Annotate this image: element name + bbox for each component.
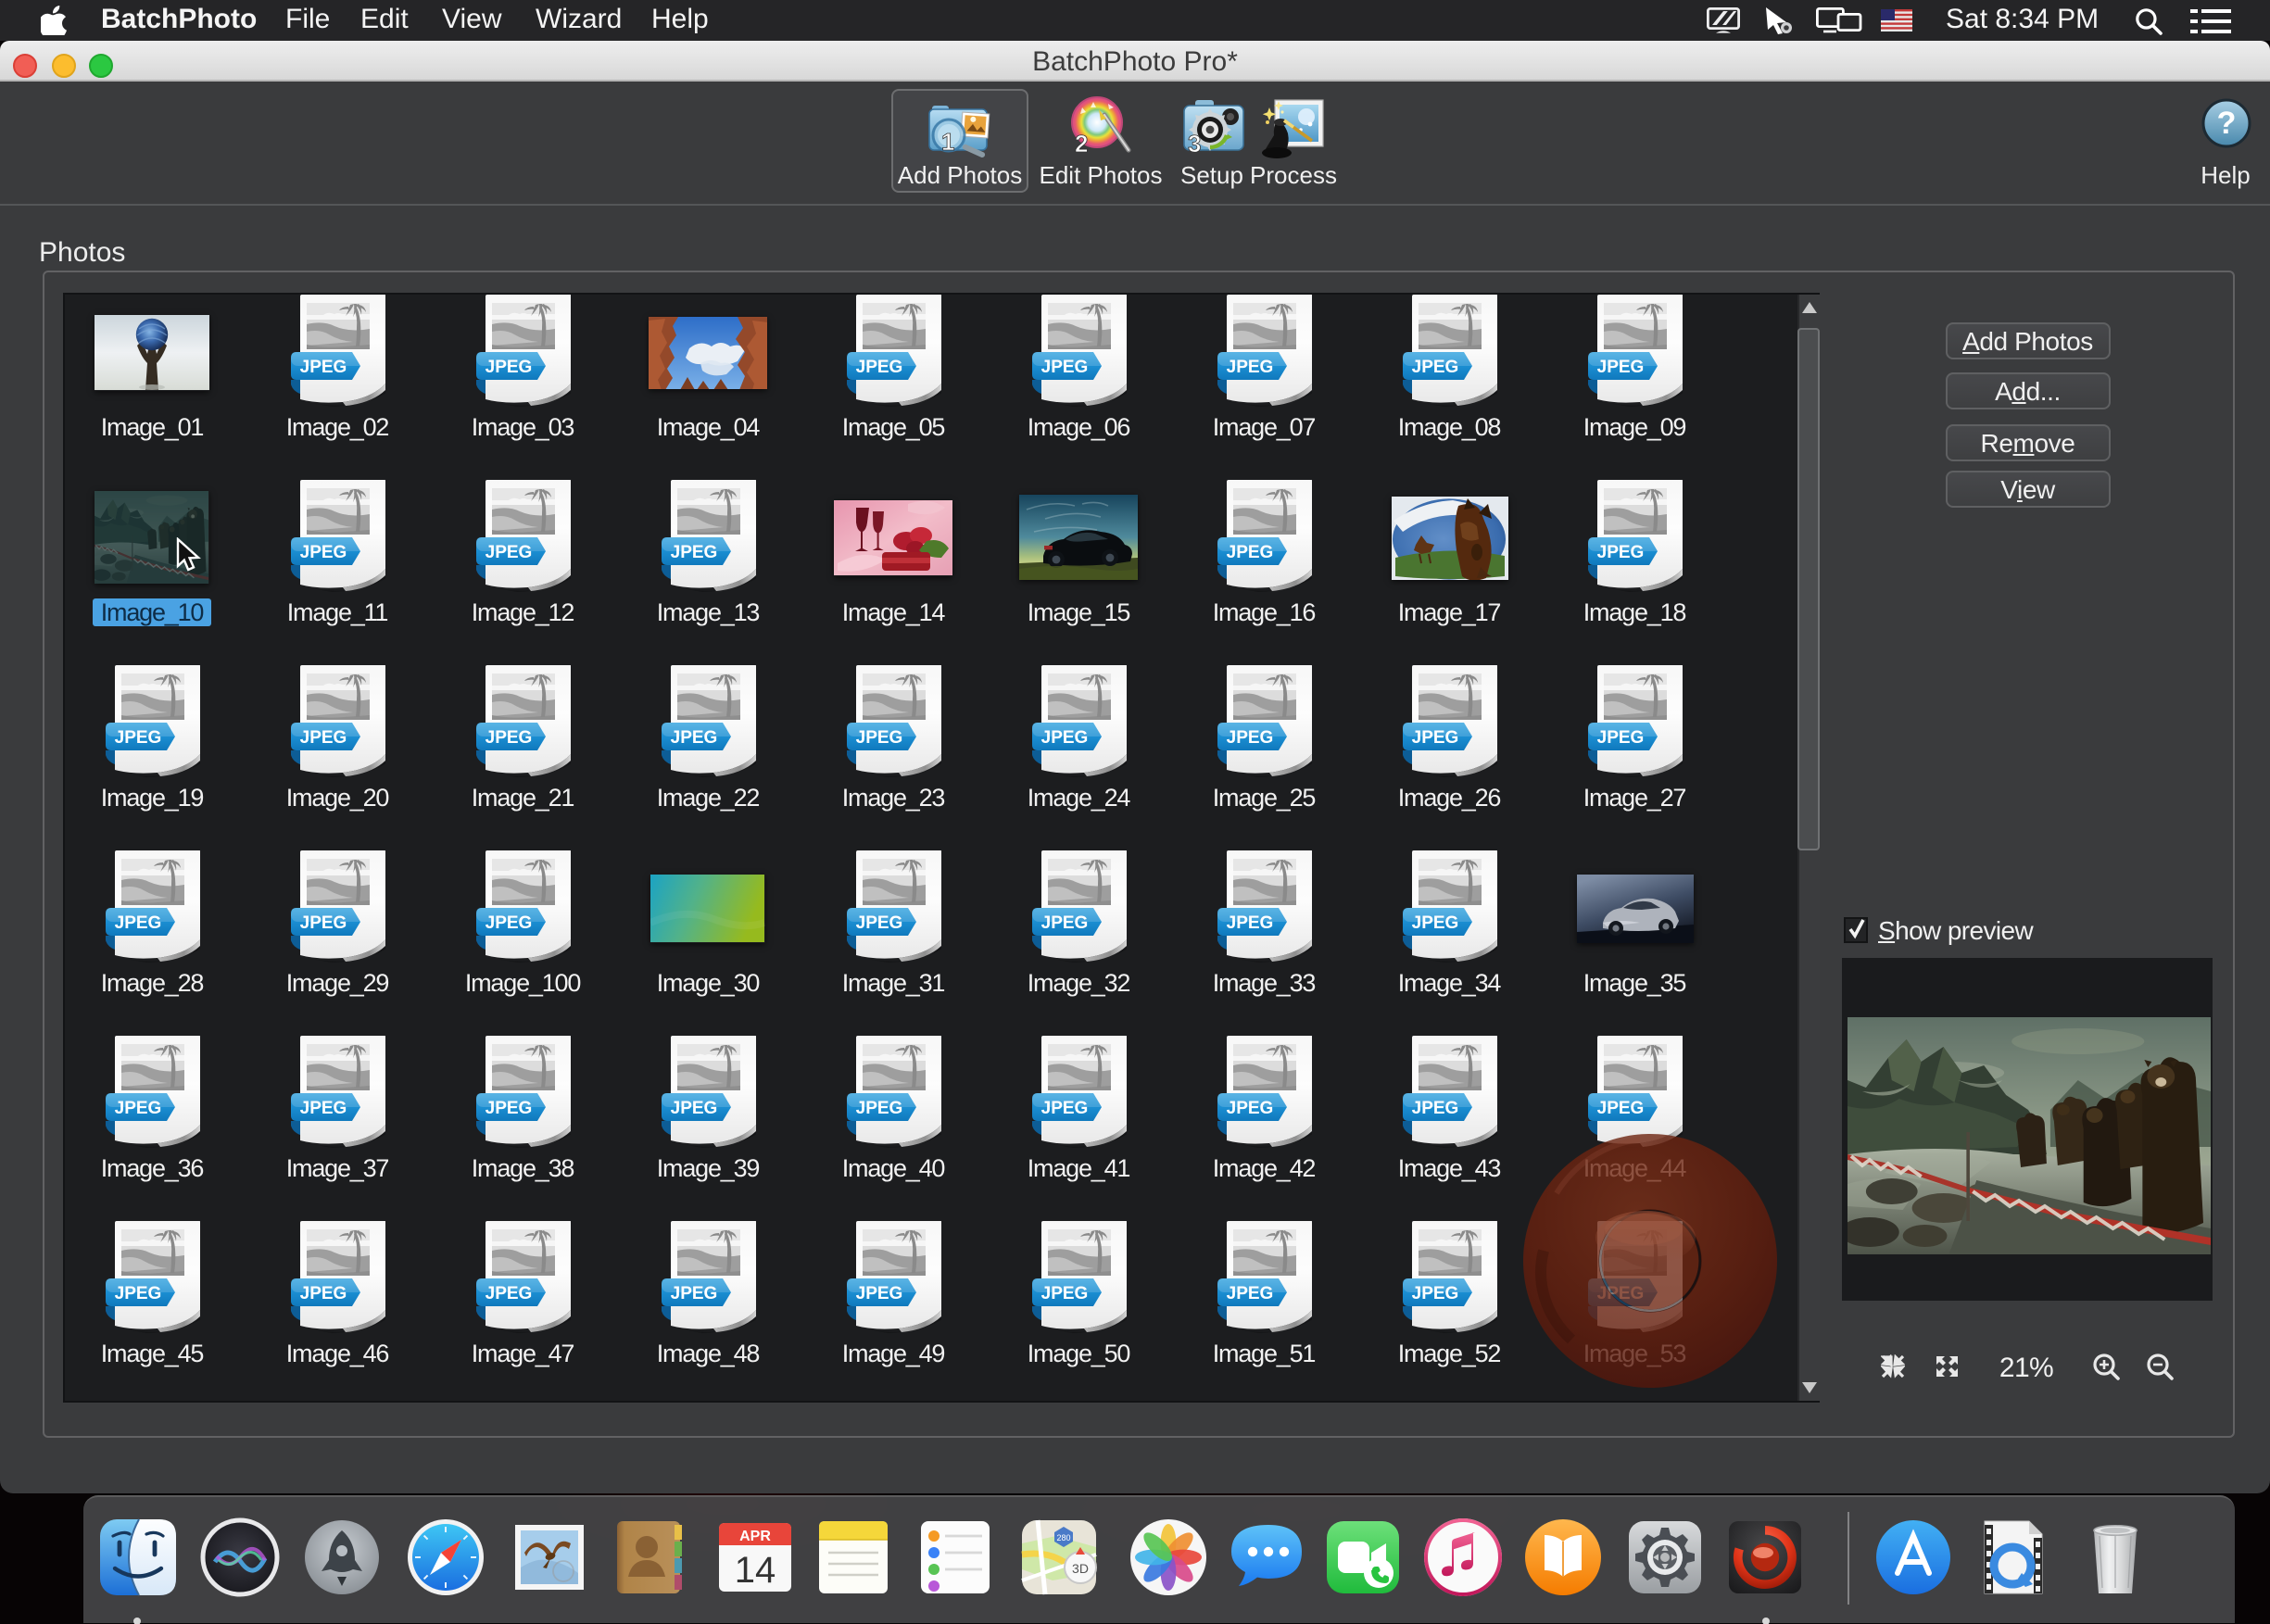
svg-text:1: 1 [941, 127, 954, 155]
svg-text:2: 2 [1075, 129, 1088, 157]
svg-text:3D: 3D [1072, 1560, 1089, 1575]
svg-text:3: 3 [1188, 129, 1201, 157]
svg-text:?: ? [2217, 105, 2237, 140]
svg-text:280: 280 [1056, 1532, 1070, 1542]
svg-text:APR: APR [738, 1528, 770, 1543]
svg-text:14: 14 [734, 1549, 776, 1590]
